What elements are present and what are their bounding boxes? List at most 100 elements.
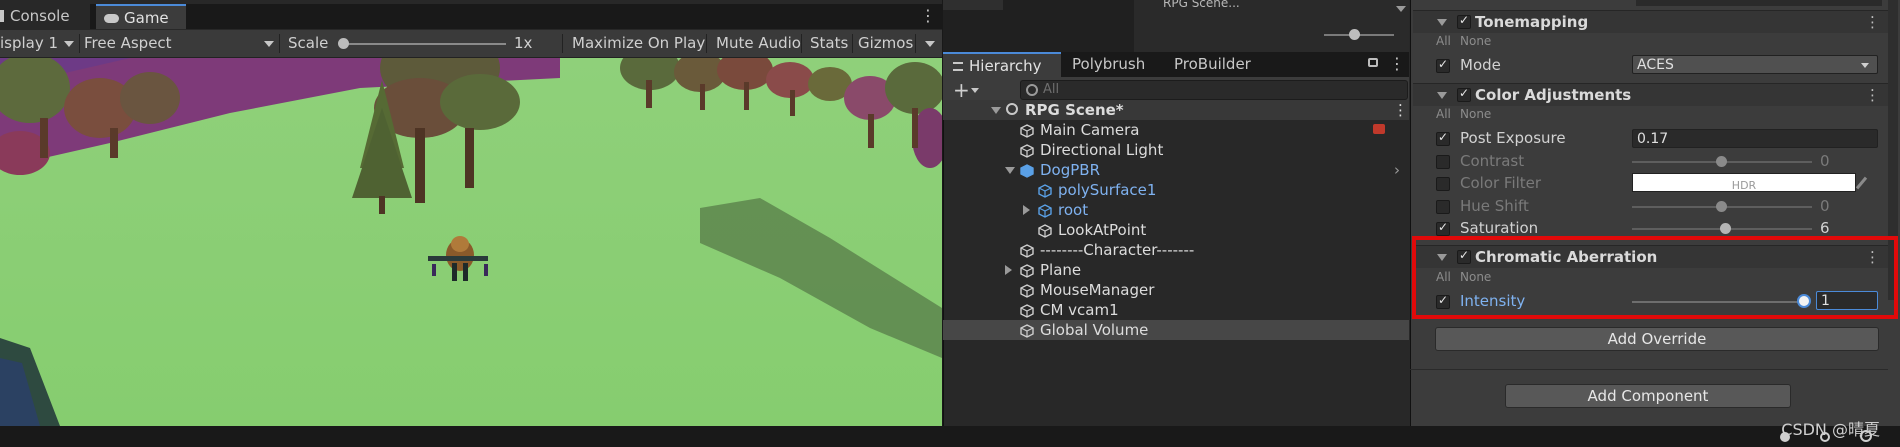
color-adjustments-none-toggle[interactable]: None: [1460, 107, 1491, 121]
hierarchy-search-input[interactable]: All: [1020, 80, 1408, 100]
scene-asset-preview: RPG Scene...: [1134, 0, 1409, 52]
contrast-value[interactable]: 0: [1820, 151, 1830, 171]
tab-polybrush[interactable]: Polybrush: [1064, 52, 1164, 77]
tonemapping-enabled-checkbox[interactable]: [1457, 13, 1471, 29]
prefab-cube-icon: [1020, 163, 1034, 178]
mode-override-checkbox[interactable]: [1436, 57, 1450, 73]
kebab-menu-icon[interactable]: ⋮: [1389, 52, 1405, 77]
hierarchy-item[interactable]: Global Volume: [943, 320, 1409, 340]
chevron-down-icon[interactable]: [971, 88, 979, 93]
hierarchy-item[interactable]: root: [943, 200, 1409, 220]
tonemapping-all-toggle[interactable]: All: [1436, 34, 1451, 48]
hierarchy-item[interactable]: DogPBR ›: [943, 160, 1409, 180]
lock-icon[interactable]: [1368, 58, 1378, 67]
console-icon: [0, 10, 4, 22]
settings-icon[interactable]: [1820, 432, 1830, 442]
hierarchy-item-label: LookAtPoint: [1058, 221, 1147, 239]
color-filter-override-checkbox[interactable]: [1436, 177, 1450, 191]
saturation-slider-thumb[interactable]: [1720, 223, 1731, 234]
hue-shift-override-checkbox[interactable]: [1436, 200, 1450, 214]
hierarchy-item[interactable]: MouseManager: [943, 280, 1409, 300]
kebab-menu-icon[interactable]: ⋮: [1865, 84, 1880, 106]
hue-shift-slider-thumb[interactable]: [1716, 201, 1727, 212]
chevron-right-icon[interactable]: ›: [1394, 160, 1400, 180]
hierarchy-item[interactable]: CM vcam1: [943, 300, 1409, 320]
tab-probuilder[interactable]: ProBuilder: [1166, 52, 1276, 77]
toolbar-divider: [562, 34, 563, 53]
check-icon[interactable]: [1860, 430, 1872, 442]
mode-label: Mode: [1460, 56, 1501, 74]
kebab-menu-icon[interactable]: ⋮: [1393, 100, 1408, 120]
gameobject-cube-icon: [1020, 143, 1034, 158]
tab-console-label: Console: [10, 7, 70, 25]
gizmos-dropdown-icon[interactable]: [925, 41, 935, 47]
saturation-value[interactable]: 6: [1820, 218, 1830, 236]
color-adjustments-header[interactable]: Color Adjustments ⋮: [1413, 83, 1888, 106]
maximize-on-play-toggle[interactable]: Maximize On Play: [572, 30, 705, 57]
hierarchy-item[interactable]: Main Camera: [943, 120, 1409, 140]
contrast-slider-thumb[interactable]: [1716, 156, 1727, 167]
gamepad-icon: [104, 14, 119, 23]
color-filter-swatch[interactable]: HDR: [1632, 173, 1856, 192]
scene-root-row[interactable]: RPG Scene* ⋮: [943, 100, 1409, 120]
add-override-button[interactable]: Add Override: [1435, 327, 1879, 351]
foldout-arrow-icon[interactable]: [1437, 19, 1447, 26]
game-tab-bar: Console Game ⋮: [0, 4, 942, 29]
post-exposure-override-checkbox[interactable]: [1436, 130, 1450, 146]
tab-console[interactable]: Console: [0, 4, 90, 29]
hierarchy-item[interactable]: polySurface1: [943, 180, 1409, 200]
prefab-cube-icon: [1038, 183, 1052, 198]
tonemapping-none-toggle[interactable]: None: [1460, 34, 1491, 48]
chevron-down-icon[interactable]: [1396, 6, 1406, 12]
tonemapping-header[interactable]: Tonemapping ⋮: [1413, 10, 1888, 33]
gameobject-cube-icon: [1020, 303, 1034, 318]
scale-slider-thumb[interactable]: [338, 38, 349, 49]
bug-icon[interactable]: [1780, 432, 1790, 442]
hierarchy-item[interactable]: Plane: [943, 260, 1409, 280]
hierarchy-item[interactable]: Directional Light: [943, 140, 1409, 160]
hierarchy-item[interactable]: --------Character-------: [943, 240, 1409, 260]
toolbar-divider: [801, 34, 802, 53]
foldout-arrow-icon[interactable]: [1437, 92, 1447, 99]
mute-audio-toggle[interactable]: Mute Audio: [716, 30, 801, 57]
display-dropdown[interactable]: isplay 1: [0, 30, 78, 57]
foldout-arrow-icon[interactable]: [1005, 167, 1015, 174]
hierarchy-item[interactable]: LookAtPoint: [943, 220, 1409, 240]
scene-header-tab: [943, 0, 1003, 10]
gameobject-cube-icon: [1020, 263, 1034, 278]
annotation-highlight-box: [1412, 236, 1898, 319]
scale-slider[interactable]: [340, 43, 506, 45]
gameobject-cube-icon: [1038, 223, 1052, 238]
contrast-override-checkbox[interactable]: [1436, 155, 1450, 169]
foldout-arrow-icon[interactable]: [1023, 205, 1030, 215]
status-icons: [1780, 430, 1890, 444]
foldout-arrow-icon[interactable]: [1005, 265, 1012, 275]
hierarchy-item-label: CM vcam1: [1040, 301, 1119, 319]
game-viewport[interactable]: [0, 58, 942, 426]
kebab-menu-icon[interactable]: ⋮: [1865, 11, 1880, 33]
aspect-dropdown-label: Free Aspect: [84, 34, 172, 52]
kebab-menu-icon[interactable]: ⋮: [920, 4, 936, 29]
stats-toggle[interactable]: Stats: [810, 30, 848, 57]
color-adjustments-enabled-checkbox[interactable]: [1457, 86, 1471, 102]
prefab-cube-icon: [1038, 203, 1052, 218]
foldout-arrow-icon[interactable]: [991, 107, 1001, 114]
mode-dropdown[interactable]: ACES: [1632, 55, 1878, 74]
tab-game[interactable]: Game: [96, 4, 186, 29]
aspect-dropdown[interactable]: Free Aspect: [84, 30, 278, 57]
hierarchy-tab-bar: Hierarchy Polybrush ProBuilder ⋮: [943, 52, 1409, 77]
preview-slider-thumb[interactable]: [1349, 29, 1360, 40]
hierarchy-item-label: polySurface1: [1058, 181, 1157, 199]
hue-shift-value[interactable]: 0: [1820, 196, 1830, 216]
add-component-button[interactable]: Add Component: [1505, 384, 1791, 408]
hue-shift-label: Hue Shift: [1460, 197, 1529, 215]
saturation-override-checkbox[interactable]: [1436, 220, 1450, 236]
color-adjustments-all-toggle[interactable]: All: [1436, 107, 1451, 121]
mode-dropdown-value: ACES: [1637, 57, 1674, 73]
camera-gizmo-icon: [1373, 124, 1385, 134]
tonemapping-title: Tonemapping: [1475, 13, 1589, 31]
tab-hierarchy[interactable]: Hierarchy: [943, 52, 1061, 77]
gizmos-toggle[interactable]: Gizmos: [858, 30, 913, 57]
tab-game-label: Game: [124, 9, 169, 27]
post-exposure-field[interactable]: 0.17: [1632, 129, 1878, 148]
